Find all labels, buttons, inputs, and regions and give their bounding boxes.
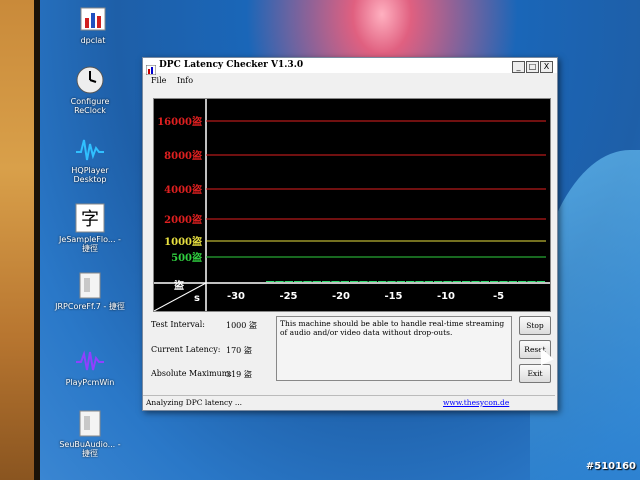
latency-bar bbox=[322, 281, 331, 282]
status-bar: Analyzing DPC latency ... www.thesycon.d… bbox=[143, 395, 555, 409]
y-axis-unit: 盜 bbox=[174, 279, 184, 292]
reference-line-label-500: 500盜 bbox=[171, 251, 202, 264]
desktop-wallpaper-left bbox=[0, 0, 40, 480]
waveform-icon bbox=[75, 346, 105, 376]
reference-line-label-2000: 2000盜 bbox=[164, 213, 202, 226]
test-interval-value: 1000 盜 bbox=[226, 321, 257, 330]
x-axis-unit: s bbox=[194, 293, 200, 304]
x-tick-label: -30 bbox=[227, 291, 245, 302]
menu-bar: File Info bbox=[143, 74, 557, 87]
dpc-latency-checker-window: DPC Latency Checker V1.3.0 _ □ X File In… bbox=[142, 57, 558, 411]
x-tick-label: -20 bbox=[332, 291, 350, 302]
latency-bar bbox=[331, 281, 340, 282]
desktop-icon-dpclat[interactable]: dpclat bbox=[58, 4, 128, 45]
latency-bar bbox=[499, 281, 508, 282]
clock-icon bbox=[75, 65, 105, 95]
file-icon bbox=[75, 270, 105, 300]
latency-bar bbox=[406, 281, 415, 282]
current-latency-label: Current Latency: bbox=[151, 345, 221, 354]
status-message-box: This machine should be able to handle re… bbox=[276, 316, 512, 381]
latency-bar bbox=[462, 281, 471, 282]
desktop-icon-playpcmwin[interactable]: PlayPcmWin bbox=[55, 346, 125, 387]
current-latency-value: 170 盜 bbox=[226, 346, 252, 355]
latency-bar bbox=[480, 281, 489, 282]
latency-bar bbox=[266, 281, 275, 282]
menu-info[interactable]: Info bbox=[177, 76, 193, 85]
desktop-icon-jrpcore[interactable]: JRPCoreFf.7 - 捷徑 bbox=[55, 270, 125, 311]
latency-chart: 16000盜 8000盜 4000盜 2000盜 1000盜 500盜 -30 -25 -20 -… bbox=[153, 98, 551, 312]
reference-line-label-8000: 8000盜 bbox=[164, 149, 202, 162]
maximize-button[interactable]: □ bbox=[526, 61, 539, 73]
latency-bar bbox=[340, 281, 349, 282]
file-icon bbox=[75, 408, 105, 438]
x-tick-label: -10 bbox=[437, 291, 455, 302]
thesycon-link[interactable]: www.thesycon.de bbox=[443, 398, 509, 407]
app-icon bbox=[145, 60, 157, 76]
latency-bar bbox=[303, 281, 312, 282]
status-text: Analyzing DPC latency ... bbox=[146, 398, 243, 407]
latency-bar bbox=[518, 281, 527, 282]
latency-bar bbox=[294, 281, 303, 282]
latency-bar bbox=[387, 281, 396, 282]
latency-bar bbox=[415, 281, 424, 282]
desktop-icon-seubuaudio[interactable]: SeuBuAudio... - 捷徑 bbox=[55, 408, 125, 458]
latency-bar bbox=[508, 281, 517, 282]
latency-bar bbox=[536, 281, 545, 282]
latency-bar bbox=[350, 281, 359, 282]
latency-bar bbox=[359, 281, 368, 282]
latency-bar bbox=[368, 281, 377, 282]
x-tick-label: -5 bbox=[493, 291, 504, 302]
latency-bar bbox=[284, 281, 293, 282]
x-tick-label: -15 bbox=[384, 291, 402, 302]
test-interval-label: Test Interval: bbox=[151, 320, 205, 329]
absolute-maximum-value: 319 盜 bbox=[226, 370, 252, 379]
stop-button[interactable]: Stop bbox=[519, 316, 551, 335]
watermark-id: #510160 bbox=[585, 461, 636, 472]
x-tick-label: -25 bbox=[279, 291, 297, 302]
absolute-maximum-label: Absolute Maximum: bbox=[151, 369, 233, 378]
desktop-icon-configure-reclock[interactable]: Configure ReClock bbox=[55, 65, 125, 115]
latency-bar bbox=[396, 281, 405, 282]
latency-bar bbox=[312, 281, 321, 282]
title-bar[interactable]: DPC Latency Checker V1.3.0 _ □ X bbox=[143, 58, 557, 76]
latency-bar bbox=[471, 281, 480, 282]
exit-button[interactable]: Exit bbox=[519, 364, 551, 383]
status-message: This machine should be able to handle re… bbox=[280, 319, 505, 337]
latency-bar bbox=[527, 281, 536, 282]
latency-bar bbox=[434, 281, 443, 282]
minimize-button[interactable]: _ bbox=[512, 61, 525, 73]
desktop-icon-jesampleflo[interactable]: 字 JeSampleFlo... - 捷徑 bbox=[55, 203, 125, 253]
dpclat-app-icon bbox=[78, 4, 108, 34]
latency-bar bbox=[378, 281, 387, 282]
latency-bar bbox=[424, 281, 433, 282]
latency-bar bbox=[443, 281, 452, 282]
calligraphy-icon: 字 bbox=[75, 203, 105, 233]
reference-line-label-16000: 16000盜 bbox=[157, 115, 202, 128]
waveform-icon bbox=[75, 134, 105, 164]
menu-file[interactable]: File bbox=[151, 76, 166, 85]
latency-chart-svg: 16000盜 8000盜 4000盜 2000盜 1000盜 500盜 -30 -25 -20 -… bbox=[154, 99, 550, 311]
close-button[interactable]: X bbox=[540, 61, 553, 73]
window-title: DPC Latency Checker V1.3.0 bbox=[159, 60, 304, 70]
desktop-icon-hqplayer[interactable]: HQPlayer Desktop bbox=[55, 134, 125, 184]
latency-bar bbox=[275, 281, 284, 282]
latency-bar bbox=[490, 281, 499, 282]
svg-text:字: 字 bbox=[81, 209, 99, 230]
reference-line-label-1000: 1000盜 bbox=[164, 235, 202, 248]
latency-bar bbox=[452, 281, 461, 282]
reference-line-label-4000: 4000盜 bbox=[164, 183, 202, 196]
